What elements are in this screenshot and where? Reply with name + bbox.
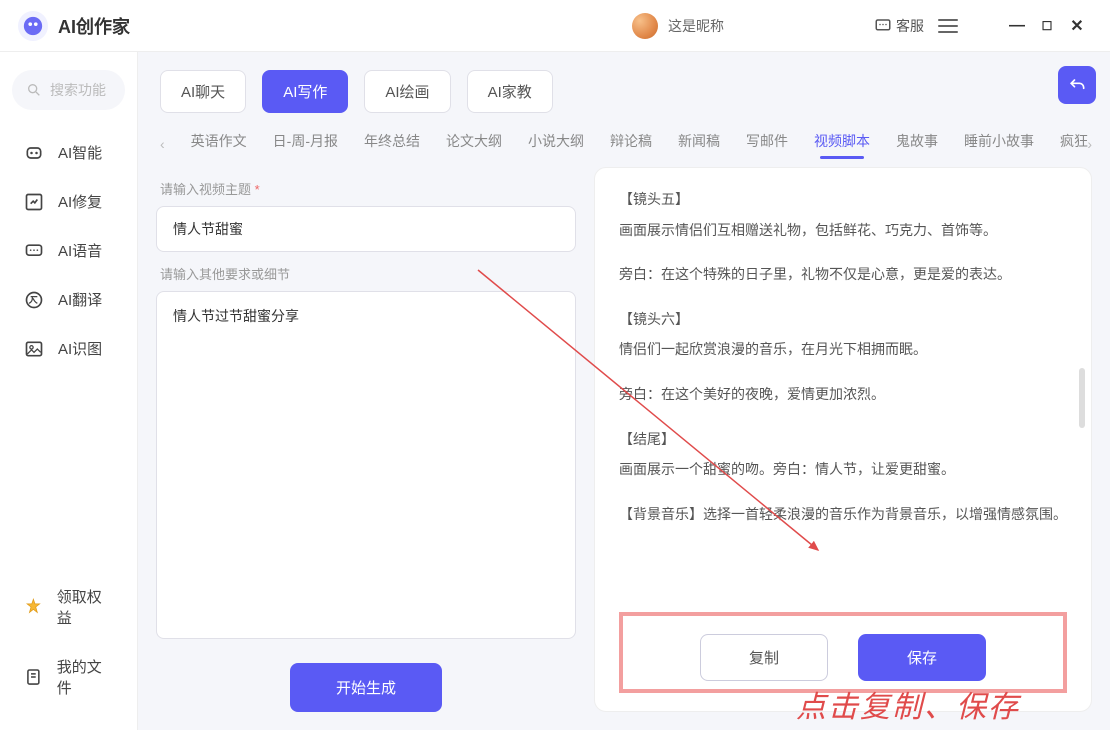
output-line: 【结尾】 — [619, 426, 1067, 453]
sidebar-item-ai-image[interactable]: AI识图 — [12, 324, 125, 373]
subtab-item[interactable]: 视频脚本 — [814, 131, 870, 157]
sidebar-item-benefits[interactable]: 领取权益 — [12, 572, 125, 642]
search-input[interactable]: 搜索功能 — [12, 70, 125, 110]
sidebar-item-ai-repair[interactable]: AI修复 — [12, 177, 125, 226]
sidebar-item-label: AI修复 — [58, 191, 102, 212]
sidebar-item-label: AI识图 — [58, 338, 102, 359]
sidebar-item-label: 领取权益 — [57, 586, 113, 628]
subtab-item[interactable]: 睡前小故事 — [964, 131, 1034, 157]
sidebar-item-label: 我的文件 — [57, 656, 113, 698]
nickname-label: 这是昵称 — [668, 16, 724, 36]
chat-icon — [24, 241, 44, 261]
tab-ai-write[interactable]: AI写作 — [262, 70, 348, 113]
sidebar-item-label: AI语音 — [58, 240, 102, 261]
back-button[interactable] — [1058, 66, 1096, 104]
window-maximize-button[interactable]: ☐ — [1032, 19, 1062, 33]
wand-icon — [24, 192, 44, 212]
topic-input[interactable] — [156, 206, 576, 252]
output-line: 画面展示情侣们互相赠送礼物，包括鲜花、巧克力、首饰等。 — [619, 217, 1067, 244]
scrollbar[interactable] — [1079, 368, 1085, 428]
output-line: 【背景音乐】选择一首轻柔浪漫的音乐作为背景音乐，以增强情感氛围。 — [619, 501, 1067, 528]
action-row: 复制 保存 — [619, 612, 1067, 693]
generate-button[interactable]: 开始生成 — [290, 663, 442, 712]
subtabs: ‹ 英语作文 日-周-月报 年终总结 论文大纲 小说大纲 辩论稿 新闻稿 写邮件… — [138, 113, 1110, 167]
customer-service-button[interactable]: 客服 — [874, 16, 924, 36]
tab-ai-tutor[interactable]: AI家教 — [467, 70, 553, 113]
content-area: AI聊天 AI写作 AI绘画 AI家教 ‹ 英语作文 日-周-月报 年终总结 论… — [138, 52, 1110, 730]
output-line: 【镜头五】 — [619, 186, 1067, 213]
subtab-item[interactable]: 小说大纲 — [528, 131, 584, 157]
chat-bubble-icon — [874, 17, 892, 35]
detail-textarea[interactable] — [156, 291, 576, 639]
subtabs-scroll-right[interactable]: › — [1087, 136, 1092, 152]
tab-ai-chat[interactable]: AI聊天 — [160, 70, 246, 113]
image-icon — [24, 339, 44, 359]
file-icon — [24, 667, 43, 687]
search-placeholder: 搜索功能 — [50, 80, 106, 100]
mode-tabs: AI聊天 AI写作 AI绘画 AI家教 — [138, 52, 1110, 113]
output-line: 旁白：在这个美好的夜晚，爱情更加浓烈。 — [619, 381, 1067, 408]
input-panel: 请输入视频主题 * 请输入其他要求或细节 开始生成 — [156, 167, 576, 712]
app-title: AI创作家 — [58, 13, 130, 39]
copy-button[interactable]: 复制 — [700, 634, 828, 681]
subtab-item[interactable]: 日-周-月报 — [273, 131, 338, 157]
output-line: 旁白：在这个特殊的日子里，礼物不仅是心意，更是爱的表达。 — [619, 261, 1067, 288]
output-panel: 【镜头五】画面展示情侣们互相赠送礼物，包括鲜花、巧克力、首饰等。旁白：在这个特殊… — [594, 167, 1092, 712]
subtab-item[interactable]: 辩论稿 — [610, 131, 652, 157]
subtab-item[interactable]: 鬼故事 — [896, 131, 938, 157]
window-minimize-button[interactable]: — — [1002, 17, 1032, 35]
menu-icon[interactable] — [938, 19, 958, 33]
tab-ai-paint[interactable]: AI绘画 — [364, 70, 450, 113]
subtab-item[interactable]: 论文大纲 — [446, 131, 502, 157]
topic-label: 请输入视频主题 * — [160, 179, 576, 198]
titlebar: AI创作家 这是昵称 客服 — ☐ ✕ — [0, 0, 1110, 52]
return-icon — [1067, 75, 1087, 95]
subtab-item[interactable]: 疯狂 — [1060, 131, 1088, 157]
gift-icon — [24, 597, 43, 617]
subtab-item[interactable]: 写邮件 — [746, 131, 788, 157]
output-line: 【镜头六】 — [619, 306, 1067, 333]
sidebar-item-ai-intelligent[interactable]: AI智能 — [12, 128, 125, 177]
sidebar-item-label: AI翻译 — [58, 289, 102, 310]
app-logo-icon — [18, 11, 48, 41]
subtab-item[interactable]: 英语作文 — [191, 131, 247, 157]
sidebar: 搜索功能 AI智能 AI修复 AI语音 AI翻译 AI识图 领取权益 — [0, 52, 138, 730]
robot-icon — [24, 143, 44, 163]
window-close-button[interactable]: ✕ — [1062, 16, 1092, 36]
output-line: 情侣们一起欣赏浪漫的音乐，在月光下相拥而眠。 — [619, 336, 1067, 363]
sidebar-item-ai-voice[interactable]: AI语音 — [12, 226, 125, 275]
sidebar-item-ai-translate[interactable]: AI翻译 — [12, 275, 125, 324]
output-text: 【镜头五】画面展示情侣们互相赠送礼物，包括鲜花、巧克力、首饰等。旁白：在这个特殊… — [619, 186, 1067, 602]
sidebar-item-label: AI智能 — [58, 142, 102, 163]
translate-icon — [24, 290, 44, 310]
avatar[interactable] — [632, 13, 658, 39]
sidebar-item-my-files[interactable]: 我的文件 — [12, 642, 125, 712]
search-icon — [26, 82, 42, 98]
subtab-item[interactable]: 新闻稿 — [678, 131, 720, 157]
output-line: 画面展示一个甜蜜的吻。旁白：情人节，让爱更甜蜜。 — [619, 456, 1067, 483]
detail-label: 请输入其他要求或细节 — [160, 264, 576, 283]
customer-service-label: 客服 — [896, 16, 924, 36]
subtabs-scroll-left[interactable]: ‹ — [160, 136, 165, 152]
subtab-item[interactable]: 年终总结 — [364, 131, 420, 157]
save-button[interactable]: 保存 — [858, 634, 986, 681]
